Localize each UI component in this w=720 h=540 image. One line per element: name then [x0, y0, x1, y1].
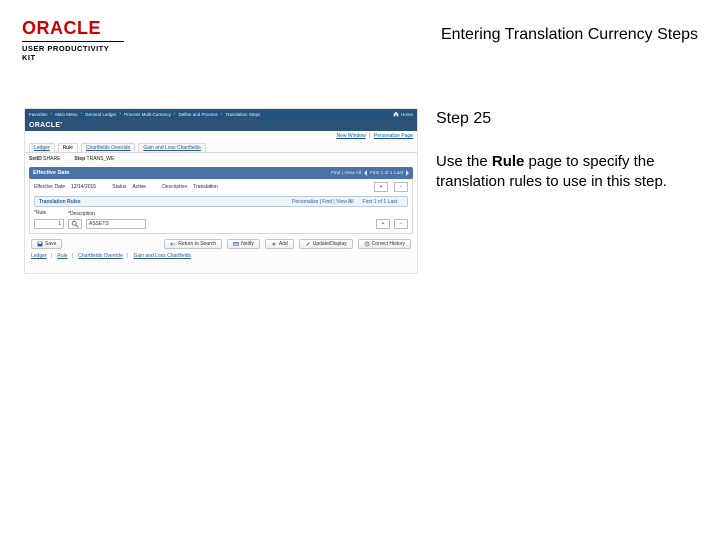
rule-seq-input[interactable]: 1 — [34, 219, 64, 229]
separator: | — [369, 133, 370, 139]
instruction-text-before: Use the — [436, 153, 492, 170]
breadcrumb-item[interactable]: Define and Process — [179, 112, 218, 117]
lookup-icon[interactable] — [68, 219, 82, 229]
oracle-wordmark: ORACLE — [22, 18, 124, 39]
personalize-link[interactable]: Personalize Page — [374, 133, 413, 139]
link-rule[interactable]: Rule — [57, 253, 67, 259]
add-label: Add — [279, 241, 288, 247]
delete-row-button[interactable]: − — [394, 182, 408, 192]
description-col-header: *Description — [68, 211, 408, 217]
link-chartfields-override[interactable]: Chartfields Override — [78, 253, 122, 259]
breadcrumb-item[interactable]: General Ledger — [85, 112, 116, 117]
breadcrumb-item[interactable]: Process Multi-Currency — [124, 112, 171, 117]
status-label: Status — [112, 184, 126, 190]
tab-ledger[interactable]: Ledger — [29, 143, 55, 152]
new-window-link[interactable]: New Window — [337, 133, 366, 139]
translation-rules-title: Translation Rules — [39, 199, 81, 205]
save-label: Save — [45, 241, 56, 247]
breadcrumb-home[interactable]: Home — [393, 111, 413, 117]
effective-date-header: Effective Date Find | View All First 1 o… — [29, 167, 413, 179]
instruction-bold: Rule — [492, 153, 525, 170]
update-icon — [305, 241, 311, 247]
step-instruction: Use the Rule page to specify the transla… — [436, 152, 696, 193]
correct-label: Correct History — [372, 241, 405, 247]
setid-label: SetID — [29, 156, 42, 162]
tab-rule[interactable]: Rule — [58, 143, 78, 152]
breadcrumb: Favorites› Main Menu› General Ledger› Pr… — [25, 109, 417, 119]
add-row-button[interactable]: + — [376, 219, 390, 229]
step-number: Step 25 — [436, 110, 696, 128]
step-label: Step — [74, 156, 85, 162]
next-icon[interactable] — [406, 170, 409, 176]
home-label: Home — [401, 112, 413, 117]
update-display-button[interactable]: Update/Display — [299, 239, 353, 249]
brand-logo: ORACLE USER PRODUCTIVITY KIT — [22, 18, 124, 62]
return-icon — [170, 241, 176, 247]
breadcrumb-item[interactable]: Favorites — [29, 112, 48, 117]
page-title: Entering Translation Currency Steps — [441, 26, 698, 44]
history-icon — [364, 241, 370, 247]
pager-text: First 1 of 1 Last — [370, 171, 403, 176]
step-value: TRANS_WE — [87, 156, 115, 162]
save-icon — [37, 241, 43, 247]
update-label: Update/Display — [313, 241, 347, 247]
save-button[interactable]: Save — [31, 239, 62, 249]
desc-value: Translation — [193, 184, 218, 190]
correct-history-button[interactable]: Correct History — [358, 239, 411, 249]
add-button[interactable]: Add — [265, 239, 294, 249]
footer-buttons: Save Return to Search Notify Add Update/… — [25, 234, 417, 253]
prev-icon[interactable] — [364, 170, 367, 176]
identity-row: SetID SHARE Step TRANS_WE — [25, 153, 417, 165]
add-row-button[interactable]: + — [374, 182, 388, 192]
status-value: Active — [132, 184, 146, 190]
breadcrumb-item[interactable]: Translation Steps — [225, 112, 260, 117]
breadcrumb-item[interactable]: Main Menu — [55, 112, 77, 117]
link-gain-loss[interactable]: Gain and Loss Chartfields — [133, 253, 191, 259]
embedded-screenshot: Favorites› Main Menu› General Ledger› Pr… — [24, 108, 418, 274]
setid-value: SHARE — [43, 156, 60, 162]
add-icon — [271, 241, 277, 247]
tab-gain-loss[interactable]: Gain and Loss Chartfields — [138, 143, 206, 152]
tab-chartfields-override[interactable]: Chartfields Override — [81, 143, 135, 152]
notify-icon — [233, 241, 239, 247]
notify-button[interactable]: Notify — [227, 239, 260, 249]
effective-date-body: Effective Date 12/14/2015 Status Active … — [29, 179, 413, 234]
rule-col-header: *Rule — [34, 210, 64, 216]
rule-name-value[interactable]: ASSETS — [86, 219, 146, 229]
effective-date-title: Effective Date — [33, 170, 69, 176]
upk-subline: USER PRODUCTIVITY KIT — [22, 41, 124, 62]
page-tool-links: New Window | Personalize Page — [25, 131, 417, 141]
oracle-bar: ORACLE' — [25, 119, 417, 131]
translation-rules-header: Translation Rules Personalize | Find | V… — [34, 196, 408, 207]
bottom-tab-links: Ledger| Rule| Chartfields Override| Gain… — [25, 253, 417, 262]
notify-label: Notify — [241, 241, 254, 247]
pager-text: First 1 of 1 Last — [363, 199, 397, 205]
personalize-find-links[interactable]: Personalize | Find | View All — [292, 199, 353, 205]
eff-date-value: 12/14/2015 — [71, 184, 96, 190]
desc-label: Description — [162, 184, 187, 190]
return-button[interactable]: Return to Search — [164, 239, 222, 249]
find-viewall-links[interactable]: Find | View All — [331, 171, 361, 176]
tab-strip: Ledger Rule Chartfields Override Gain an… — [25, 141, 417, 153]
home-icon — [393, 111, 399, 117]
return-label: Return to Search — [178, 241, 216, 247]
delete-row-button[interactable]: − — [394, 219, 408, 229]
link-ledger[interactable]: Ledger — [31, 253, 47, 259]
eff-date-label: Effective Date — [34, 184, 65, 190]
